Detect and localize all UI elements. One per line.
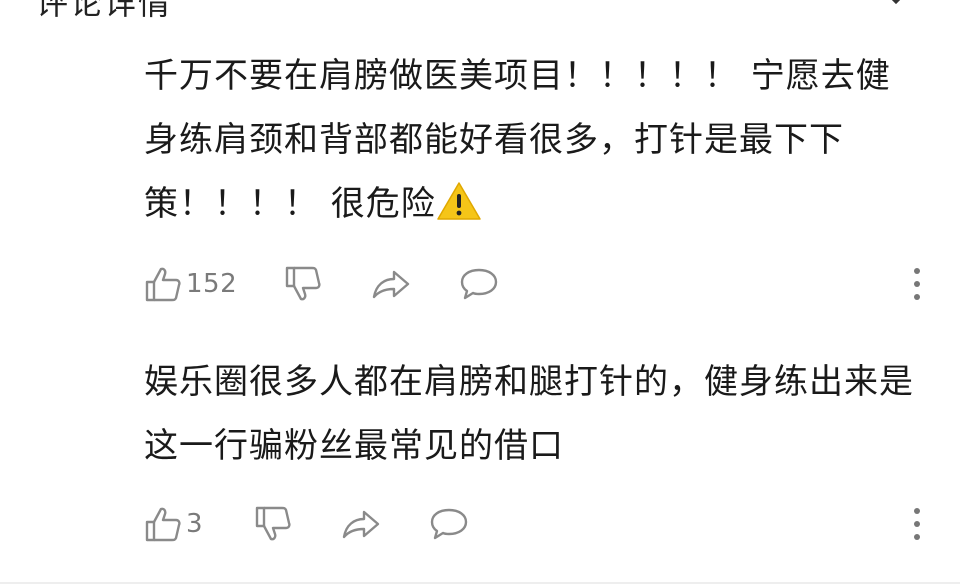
reply-button[interactable]	[428, 502, 470, 546]
like-count: 3	[186, 509, 204, 539]
dislike-button[interactable]	[284, 262, 322, 306]
share-icon	[372, 270, 410, 299]
comment-actions: 3	[144, 502, 924, 546]
share-button[interactable]	[340, 502, 382, 546]
thumbs-up-icon	[145, 267, 181, 302]
share-icon	[342, 510, 380, 539]
comment-item: 千万不要在肩膀做医美项目！！！！！ 宁愿去健身练肩颈和背部都能好看很多，打针是最…	[144, 44, 914, 236]
comment-body: 千万不要在肩膀做医美项目！！！！！ 宁愿去健身练肩颈和背部都能好看很多，打针是最…	[144, 56, 891, 224]
more-vertical-icon[interactable]	[910, 266, 924, 302]
header-title: 评论详情	[36, 0, 173, 22]
more-vertical-icon[interactable]	[910, 506, 924, 542]
reply-button[interactable]	[458, 262, 500, 306]
reply-icon	[460, 268, 498, 300]
dislike-button[interactable]	[254, 502, 292, 546]
comment-item: 娱乐圈很多人都在肩膀和腿打针的，健身练出来是这一行骗粉丝最常见的借口	[144, 350, 914, 478]
comment-text: 千万不要在肩膀做医美项目！！！！！ 宁愿去健身练肩颈和背部都能好看很多，打针是最…	[144, 44, 914, 236]
comments-screen: 评论详情 千万不要在肩膀做医美项目！！！！！ 宁愿去健身练肩颈和背部都能好看很多…	[0, 0, 960, 584]
comment-text: 娱乐圈很多人都在肩膀和腿打针的，健身练出来是这一行骗粉丝最常见的借口	[144, 362, 914, 466]
warning-icon	[437, 182, 481, 220]
like-button[interactable]: 152	[144, 262, 237, 306]
share-button[interactable]	[370, 262, 412, 306]
comment-actions: 152	[144, 262, 924, 306]
thumbs-down-icon	[285, 266, 321, 301]
header-strip: 评论详情	[0, 0, 960, 22]
reply-icon	[430, 508, 468, 540]
close-icon[interactable]	[876, 0, 916, 10]
like-button[interactable]: 3	[144, 502, 203, 546]
thumbs-down-icon	[255, 506, 291, 541]
like-count: 152	[186, 269, 238, 299]
thumbs-up-icon	[145, 507, 181, 542]
